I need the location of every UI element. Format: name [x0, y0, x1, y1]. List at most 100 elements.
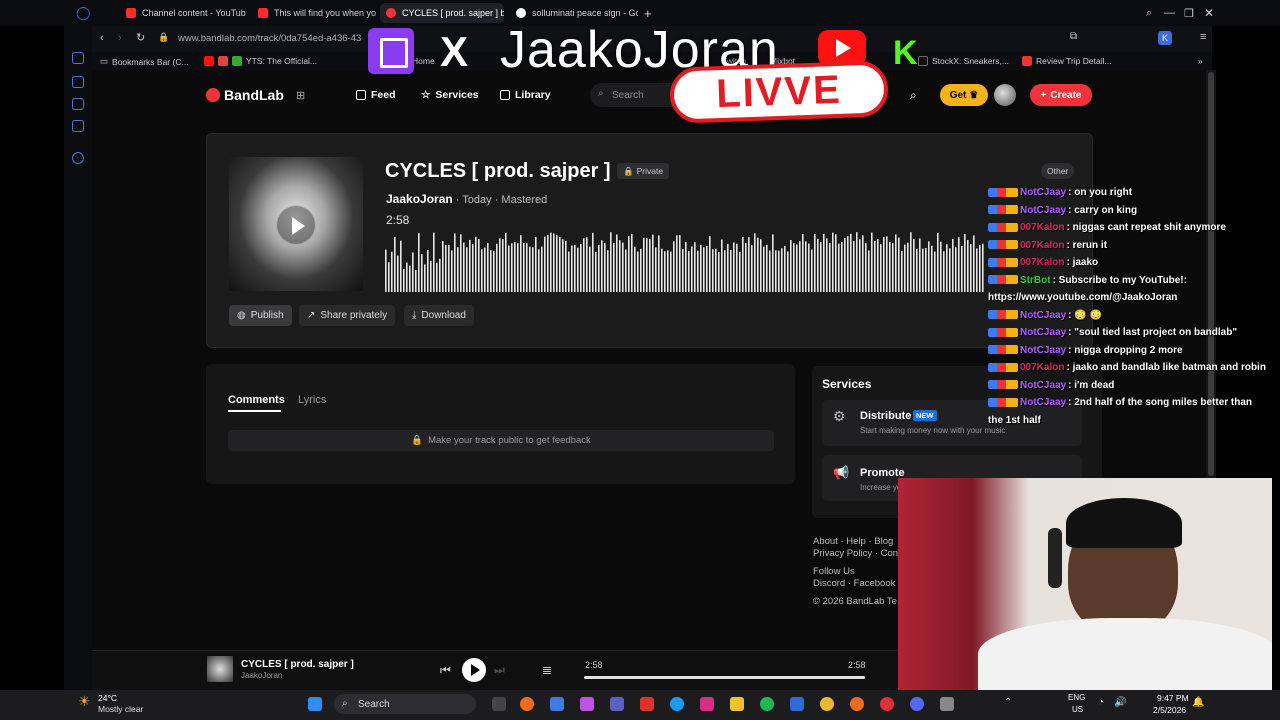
chat-username[interactable]: NotCJaay [1020, 397, 1066, 408]
waveform[interactable] [385, 230, 985, 292]
get-membership-button[interactable]: Get ♛ [940, 84, 988, 106]
footer-links[interactable]: About · Help · Blog [813, 536, 893, 547]
menu-icon[interactable]: ≡ [1200, 31, 1206, 43]
nav-feed[interactable]: Feed [356, 89, 396, 101]
store-icon[interactable] [72, 76, 84, 88]
discord-icon[interactable] [910, 697, 924, 711]
instagram-icon[interactable] [700, 697, 714, 711]
maximize-icon[interactable]: ❐ [1178, 3, 1200, 23]
folder-icon[interactable] [730, 697, 744, 711]
chat-username[interactable]: 007Kalon [1020, 222, 1064, 233]
next-icon[interactable]: ⏭ [494, 663, 505, 678]
publish-button[interactable]: ◍ Publish [229, 305, 292, 326]
browser-tab-active[interactable]: CYCLES [ prod. sajper ] by [380, 3, 504, 23]
messenger-icon[interactable] [72, 120, 84, 132]
footer-links[interactable]: Privacy Policy · Con [813, 548, 898, 559]
player-artist[interactable]: JaakoJoran [241, 671, 282, 680]
forward-icon[interactable]: › [118, 32, 122, 44]
progress-bar[interactable] [584, 676, 865, 679]
app-icon[interactable] [520, 697, 534, 711]
ai-icon[interactable] [72, 52, 84, 64]
tab-comments[interactable]: Comments [228, 394, 285, 406]
download-button[interactable]: ⤓ Download [404, 305, 474, 326]
chat-username[interactable]: NotCJaay [1020, 327, 1066, 338]
chat-username[interactable]: NotCJaay [1020, 187, 1066, 198]
tab-lyrics[interactable]: Lyrics [298, 394, 326, 406]
waveform-bar [619, 240, 621, 292]
chat-text: : on you right [1068, 187, 1133, 198]
profile-icon[interactable]: K [1158, 31, 1172, 45]
app-icon[interactable] [580, 697, 594, 711]
clock-time[interactable]: 9:47 PM [1157, 693, 1189, 703]
teams-icon[interactable] [610, 697, 624, 711]
player-title[interactable]: CYCLES [ prod. sajper ] [241, 659, 354, 670]
chat-username[interactable]: NotCJaay [1020, 310, 1066, 321]
weather-temp[interactable]: 24°C [98, 693, 117, 703]
apps-grid-icon[interactable]: ⊞ [296, 89, 305, 102]
store-icon[interactable] [550, 697, 564, 711]
browser-tab[interactable]: This will find you when yo [252, 3, 376, 23]
wifi-icon[interactable]: ◔ [1098, 697, 1104, 708]
previous-icon[interactable]: ⏮ [440, 663, 451, 678]
extensions-icon[interactable]: ⧉ [1070, 31, 1077, 42]
chat-username[interactable]: NotCJaay [1020, 345, 1066, 356]
chat-username[interactable]: 007Kalon [1020, 257, 1064, 268]
chat-badges-icon [988, 205, 1018, 215]
app-icon[interactable] [640, 697, 654, 711]
track-artist[interactable]: JaakoJoran [386, 192, 453, 206]
bandlab-logo[interactable]: BandLab [206, 87, 284, 103]
player-play-button[interactable] [462, 658, 486, 682]
close-icon[interactable]: ✕ [1198, 3, 1220, 23]
headphones [1048, 528, 1062, 588]
total-time: 2:58 [848, 660, 866, 670]
chat-username[interactable]: NotCJaay [1020, 205, 1066, 216]
share-privately-button[interactable]: ↗ Share privately [299, 305, 396, 326]
chat-username[interactable]: 007Kalon [1020, 362, 1064, 373]
nav-services[interactable]: ☆ Services [421, 89, 479, 101]
task-view-icon[interactable] [492, 697, 506, 711]
nav-library[interactable]: Library [500, 89, 551, 101]
chat-username[interactable]: NotCJaay [1020, 380, 1066, 391]
settings-icon[interactable] [72, 152, 84, 164]
wallet-icon[interactable] [72, 98, 84, 110]
elapsed-time: 2:58 [585, 660, 603, 670]
create-button[interactable]: + Create [1030, 84, 1092, 106]
back-icon[interactable]: ‹ [100, 32, 104, 44]
edge-icon[interactable] [670, 697, 684, 711]
url-text[interactable]: www.bandlab.com/track/0da754ed-a436-4304… [178, 33, 397, 44]
opera-icon[interactable]: ◯ [70, 3, 97, 23]
language[interactable]: ENG [1068, 693, 1085, 702]
search-icon[interactable]: ⌕ [910, 88, 917, 103]
search-tabs-icon[interactable]: ⌕ [1140, 3, 1158, 23]
queue-icon[interactable]: ≣ [542, 663, 552, 677]
avatar[interactable] [994, 84, 1016, 106]
footer-social[interactable]: Discord · Facebook [813, 578, 895, 589]
clock-date[interactable]: 2/5/2026 [1153, 705, 1186, 715]
opera-icon[interactable] [880, 697, 894, 711]
bookmark-item[interactable]: Review Trip Detail... [1022, 56, 1112, 66]
app-icon[interactable] [850, 697, 864, 711]
more-bookmarks-icon[interactable]: » [1198, 56, 1203, 66]
bookmark-item[interactable]: ▭ Bookmarks Bar (C... [100, 56, 189, 67]
taskbar-search[interactable]: ⌕ Search [334, 694, 476, 714]
app-icon[interactable] [940, 697, 954, 711]
bookmark-item[interactable]: YTS: The Official... [204, 56, 317, 66]
bookmark-item[interactable]: Home [412, 56, 435, 66]
app-icon[interactable] [790, 697, 804, 711]
play-track-button[interactable] [276, 205, 316, 245]
chrome-icon[interactable] [820, 697, 834, 711]
browser-tab[interactable]: Channel content - YouTub [120, 3, 248, 23]
start-icon[interactable] [308, 697, 322, 711]
weather-desc[interactable]: Mostly clear [98, 704, 143, 714]
tray-chevron-icon[interactable]: ⌃ [1004, 697, 1012, 708]
volume-icon[interactable]: 🔊 [1114, 697, 1126, 708]
chat-username[interactable]: 007Kalon [1020, 240, 1064, 251]
chat-username[interactable]: StrBot [1020, 275, 1051, 286]
notification-icon[interactable]: 🔔 [1192, 697, 1204, 708]
region[interactable]: US [1072, 705, 1083, 714]
chat-badges-icon [988, 240, 1018, 250]
genre-badge: Other [1041, 163, 1075, 179]
spotify-icon[interactable] [760, 697, 774, 711]
bookmark-item[interactable]: StockX: Sneakers,... [918, 56, 1009, 66]
reload-icon[interactable]: ↻ [136, 31, 145, 44]
